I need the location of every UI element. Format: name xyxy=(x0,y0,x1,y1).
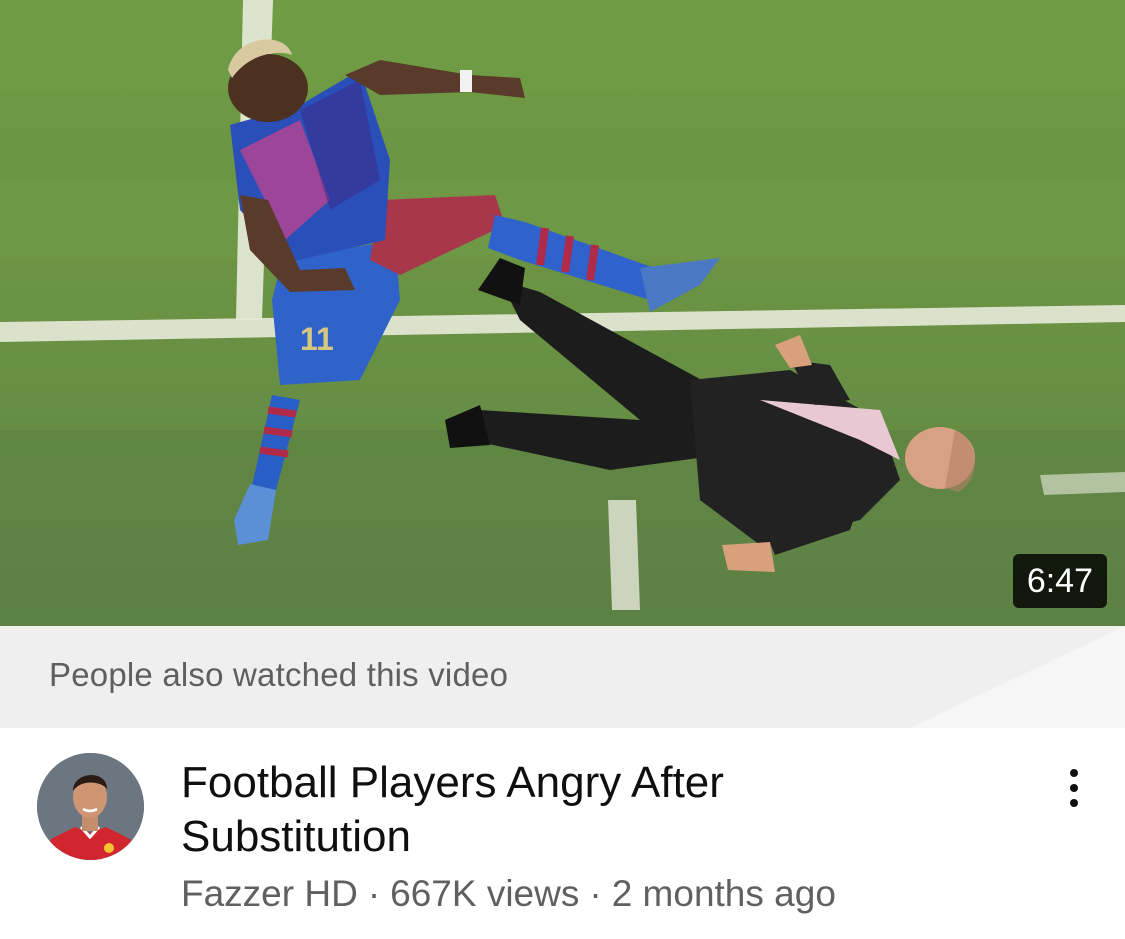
thumbnail-image: 11 xyxy=(0,0,1125,626)
svg-text:11: 11 xyxy=(300,321,334,357)
more-dot xyxy=(1070,769,1078,777)
more-dot xyxy=(1070,784,1078,792)
channel-name[interactable]: Fazzer HD xyxy=(181,873,358,914)
video-card: 11 6:47 People also watched this video F… xyxy=(0,0,1125,939)
more-dot xyxy=(1070,799,1078,807)
separator: · xyxy=(367,873,381,914)
channel-avatar[interactable] xyxy=(37,753,144,860)
view-count: 667K views xyxy=(390,873,580,914)
video-title[interactable]: Football Players Angry After Substitutio… xyxy=(181,756,941,864)
video-subtitle: Fazzer HD · 667K views · 2 months ago xyxy=(181,873,836,915)
separator: · xyxy=(589,873,602,914)
video-thumbnail[interactable]: 11 6:47 xyxy=(0,0,1125,626)
duration-badge: 6:47 xyxy=(1012,554,1107,608)
video-metadata: Football Players Angry After Substitutio… xyxy=(0,728,1125,939)
avatar-image xyxy=(37,753,144,860)
recommendation-banner: People also watched this video xyxy=(0,626,1125,728)
recommendation-banner-text: People also watched this video xyxy=(49,656,509,693)
more-vertical-icon[interactable] xyxy=(1050,758,1098,818)
banner-decoration xyxy=(910,626,1125,728)
upload-age: 2 months ago xyxy=(611,873,836,914)
